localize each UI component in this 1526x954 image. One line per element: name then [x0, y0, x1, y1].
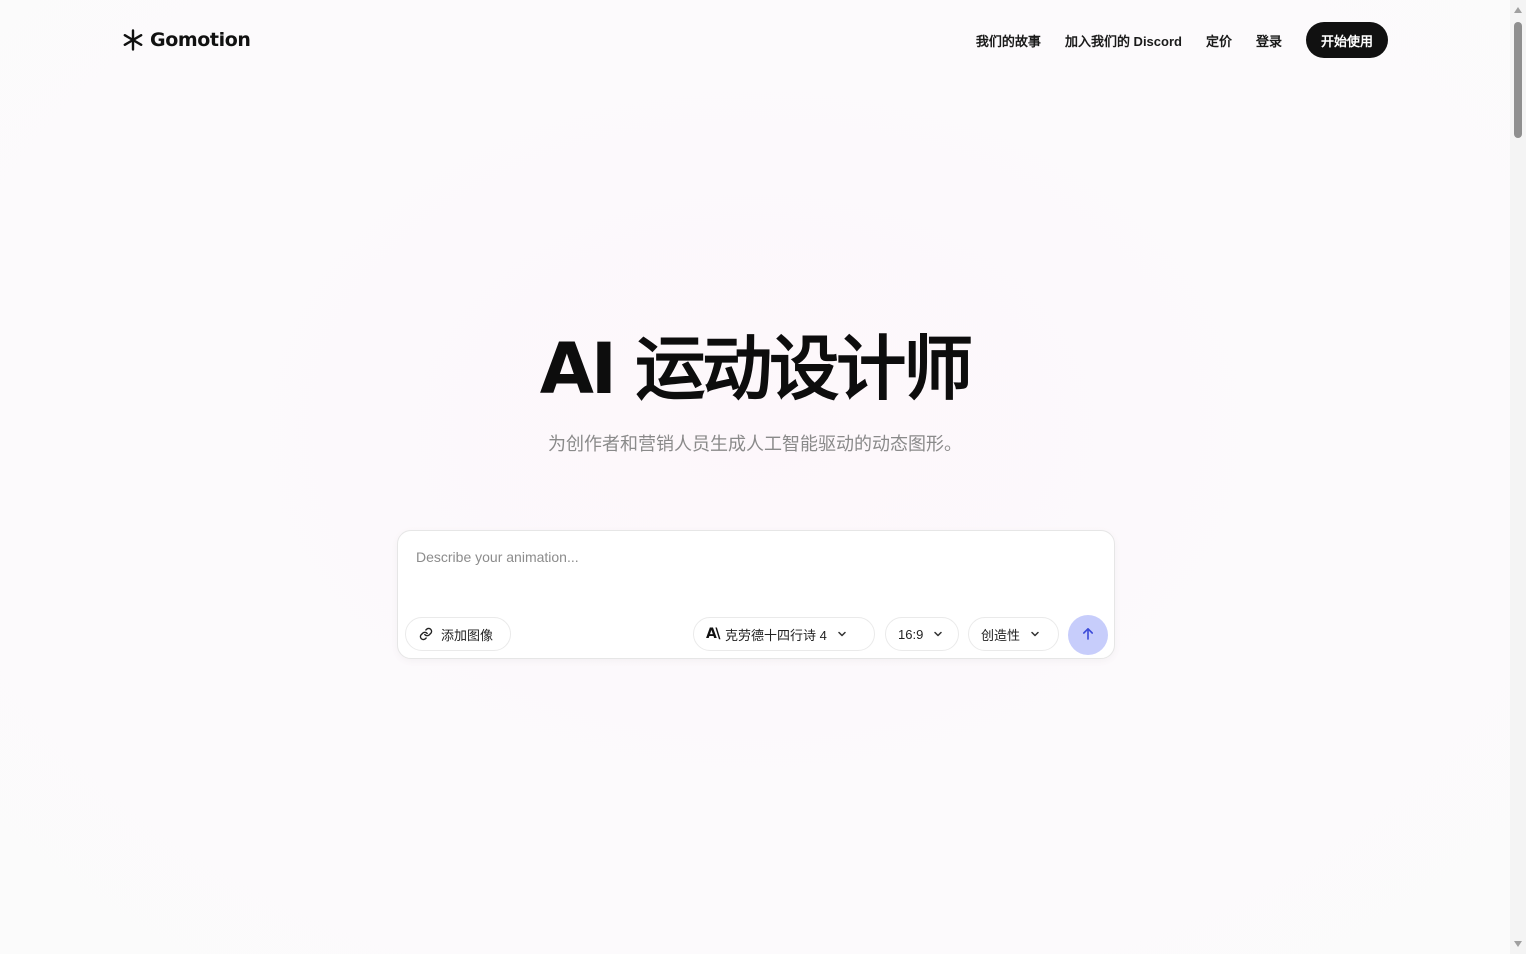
nav-link-our-story[interactable]: 我们的故事: [976, 31, 1041, 50]
get-started-button[interactable]: 开始使用: [1305, 22, 1388, 58]
animation-prompt-composer: 添加图像 A\ 克劳德十四行诗 4 16:9 创造性: [397, 530, 1115, 659]
animation-prompt-input[interactable]: [416, 549, 1096, 589]
scrollbar-thumb[interactable]: [1514, 22, 1522, 138]
aspect-ratio-select[interactable]: 16:9: [885, 617, 959, 651]
nav-link-discord[interactable]: 加入我们的 Discord: [1065, 31, 1182, 50]
hero-title: AI 运动设计师: [539, 328, 974, 410]
add-image-label: 添加图像: [441, 627, 494, 643]
scroll-up-arrow-icon[interactable]: [1514, 7, 1522, 13]
hero-subtitle: 为创作者和营销人员生成人工智能驱动的动态图形。: [548, 434, 962, 454]
chevron-down-icon: [933, 629, 943, 639]
asterisk-icon: [122, 29, 144, 51]
style-select[interactable]: 创造性: [968, 617, 1059, 651]
scroll-down-arrow-icon[interactable]: [1514, 941, 1522, 947]
brand-logo[interactable]: Gomotion: [122, 27, 251, 53]
anthropic-logo-icon: A\: [706, 626, 720, 642]
model-select-label: 克劳德十四行诗 4: [724, 627, 827, 643]
page-background: [0, 0, 1510, 954]
link-icon: [419, 627, 433, 641]
send-button[interactable]: [1068, 615, 1108, 655]
add-image-button[interactable]: 添加图像: [405, 617, 511, 651]
chevron-down-icon: [837, 629, 847, 639]
nav-link-pricing[interactable]: 定价: [1206, 31, 1232, 50]
top-nav: 我们的故事 加入我们的 Discord 定价 登录 开始使用: [976, 22, 1388, 58]
vertical-scrollbar[interactable]: [1510, 0, 1526, 954]
chevron-down-icon: [1030, 629, 1040, 639]
style-select-label: 创造性: [981, 627, 1021, 643]
nav-link-login[interactable]: 登录: [1256, 31, 1282, 50]
aspect-ratio-label: 16:9: [898, 626, 924, 642]
brand-name: Gomotion: [150, 29, 251, 51]
model-select[interactable]: A\ 克劳德十四行诗 4: [693, 617, 875, 651]
arrow-up-icon: [1081, 627, 1095, 644]
